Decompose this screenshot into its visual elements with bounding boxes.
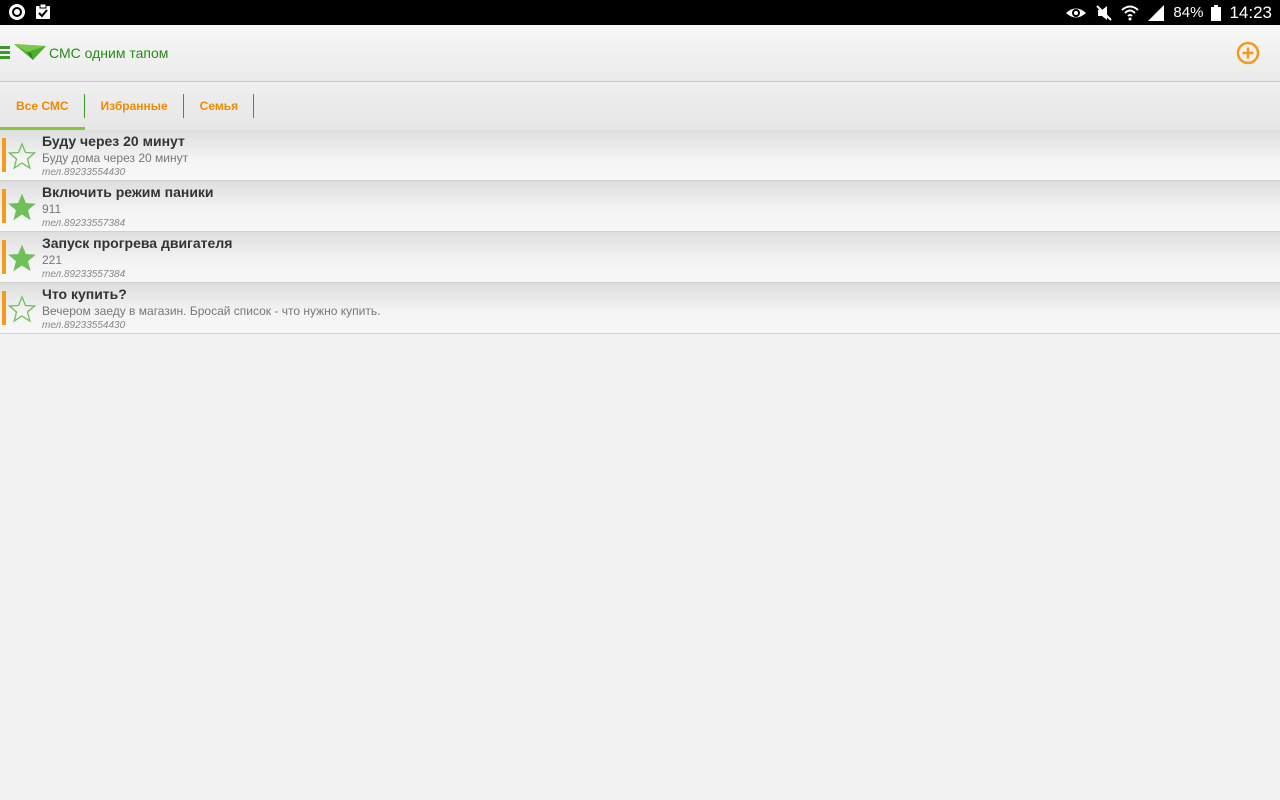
add-circle-icon[interactable]: [1236, 41, 1260, 65]
star-outline-icon[interactable]: [8, 142, 36, 170]
eye-icon: [1066, 8, 1087, 17]
tab-label: Семья: [199, 99, 239, 113]
status-bar: 84% 14:23: [0, 0, 1280, 25]
list-item[interactable]: Включить режим паники 911 тел.8923355738…: [0, 181, 1280, 232]
tab-all-sms[interactable]: Все СМС: [0, 82, 85, 130]
message-phone: тел.89233554430: [42, 320, 126, 331]
tab-label: Избранные: [100, 99, 168, 113]
message-title: Запуск прогрева двигателя: [42, 235, 233, 251]
message-body: 221: [42, 253, 63, 267]
tab-label: Все СМС: [16, 99, 69, 113]
menu-icon[interactable]: [0, 46, 10, 60]
item-accent-bar: [2, 138, 6, 172]
star-filled-icon[interactable]: [8, 244, 36, 272]
tab-divider: [253, 94, 255, 118]
message-body: Вечером заеду в магазин. Бросай список -…: [42, 304, 381, 318]
clipboard-icon: [36, 3, 50, 19]
status-bar-right: 84% 14:23: [1065, 0, 1272, 25]
message-title: Буду через 20 минут: [42, 133, 185, 149]
wifi-icon: [1121, 5, 1140, 20]
list-item[interactable]: Буду через 20 минут Буду дома через 20 м…: [0, 130, 1280, 181]
list-item[interactable]: Запуск прогрева двигателя 221 тел.892335…: [0, 232, 1280, 283]
shield-app-icon: [9, 4, 25, 20]
message-title: Включить режим паники: [42, 184, 214, 200]
message-phone: тел.89233554430: [42, 167, 126, 178]
message-list: Буду через 20 минут Буду дома через 20 м…: [0, 130, 1280, 334]
app-bar: СМС одним тапом: [0, 25, 1280, 82]
message-title: Что купить?: [42, 286, 127, 302]
item-accent-bar: [2, 240, 6, 274]
star-outline-icon[interactable]: [8, 295, 36, 323]
tab-family[interactable]: Семья: [184, 82, 255, 130]
item-accent-bar: [2, 189, 6, 223]
message-phone: тел.89233557384: [42, 218, 126, 229]
battery-percent: 84%: [1173, 4, 1204, 21]
status-bar-left: [8, 3, 52, 21]
item-accent-bar: [2, 291, 6, 325]
signal-icon: [1148, 4, 1165, 21]
message-body: 911: [42, 202, 62, 216]
app-title: СМС одним тапом: [49, 45, 169, 61]
list-item[interactable]: Что купить? Вечером заеду в магазин. Бро…: [0, 283, 1280, 334]
battery-icon: [1211, 4, 1222, 21]
message-body: Буду дома через 20 минут: [42, 151, 189, 165]
paper-plane-icon[interactable]: [13, 42, 47, 62]
clock: 14:23: [1229, 2, 1272, 22]
mute-icon: [1096, 4, 1113, 21]
star-filled-icon[interactable]: [8, 193, 36, 221]
tab-bar: Все СМС Избранные Семья: [0, 82, 1280, 130]
message-phone: тел.89233557384: [42, 269, 126, 280]
tab-favorites[interactable]: Избранные: [85, 82, 184, 130]
